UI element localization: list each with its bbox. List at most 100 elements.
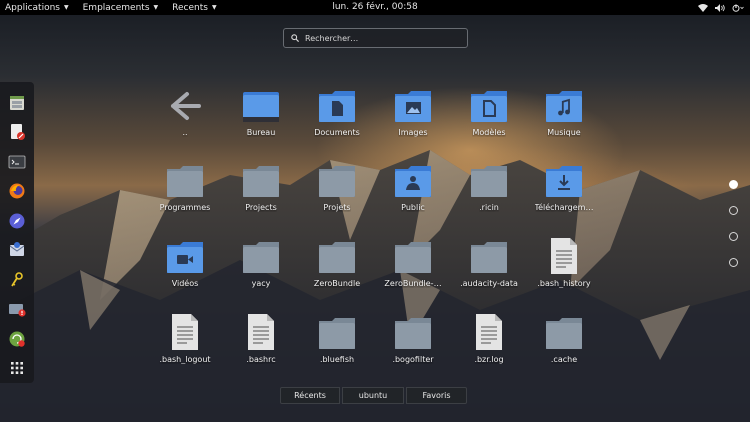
dock-web-browser[interactable] [2,206,32,236]
grid-item-label: Musique [547,128,581,137]
grid-item-cache[interactable]: .cache [528,311,600,377]
monitor-alert-icon [9,304,26,317]
dock-firefox[interactable] [2,177,32,207]
dock-screen-alert[interactable] [2,295,32,325]
applications-menu[interactable]: Applications ▼ [5,3,69,13]
page-dot-2[interactable] [729,206,738,215]
folder-icon [395,318,431,349]
wifi-icon [698,3,708,12]
grid-item-label: Public [401,203,425,212]
page-dot-4[interactable] [729,258,738,267]
view-tabs: Récents ubuntu Favoris [280,387,467,404]
grid-item-label: Modèles [472,128,506,137]
grid-item-label: Projects [245,203,277,212]
grid-item-documents[interactable]: Documents [301,84,373,150]
grid-item-bash-logout[interactable]: .bash_logout [149,311,221,377]
grid-item-musique[interactable]: Musique [528,84,600,150]
grid-item-bashrc[interactable]: .bashrc [225,311,297,377]
dock-passwords[interactable] [2,265,32,295]
dock-mail[interactable] [2,236,32,266]
public-folder-icon [395,166,431,197]
grid-item-bogofilter[interactable]: .bogofilter [377,311,449,377]
grid-item-telechargements[interactable]: Téléchargem… [528,159,600,225]
grid-item-label: yacy [251,279,271,288]
folder-icon [243,166,279,197]
chevron-down-icon: ▼ [211,4,217,11]
tab-ubuntu[interactable]: ubuntu [342,387,404,404]
text-file-icon [551,238,577,274]
top-bar: Applications ▼ Emplacements ▼ Recents ▼ … [0,0,750,15]
grid-item-label: .bash_logout [159,355,211,364]
grid-item-images[interactable]: Images [377,84,449,150]
grid-item-label: .bashrc [246,355,276,364]
grid-item-label: .. [182,128,188,137]
applications-menu-label: Applications [5,2,60,13]
grid-item-modeles[interactable]: Modèles [453,84,525,150]
page-dot-3[interactable] [729,232,738,241]
grid-item-bureau[interactable]: Bureau [225,84,297,150]
grid-item-label: .bluefish [319,355,355,364]
templates-folder-icon [471,91,507,122]
folder-icon [471,242,507,273]
grid-item-videos[interactable]: Vidéos [149,235,221,301]
dock-software-updater[interactable] [2,324,32,354]
grid-item-projects[interactable]: Projects [225,159,297,225]
grid-item-audacity-data[interactable]: .audacity-data [453,235,525,301]
pictures-folder-icon [395,91,431,122]
search-input[interactable] [305,33,455,43]
power-icon [732,4,744,12]
grid-item-label: Images [398,128,428,137]
grid-item-ricin[interactable]: .ricin [453,159,525,225]
grid-item-label: .ricin [479,203,499,212]
system-tray[interactable] [698,0,744,15]
grid-item-yacy[interactable]: yacy [225,235,297,301]
grid-item-label: Bureau [246,128,276,137]
text-file-icon [248,314,274,350]
back-arrow-icon [171,92,201,120]
grid-item-parent[interactable]: .. [149,84,221,150]
folder-icon [167,166,203,197]
folder-icon [243,242,279,273]
grid-item-bzr-log[interactable]: .bzr.log [453,311,525,377]
grid-item-bash-history[interactable]: .bash_history [528,235,600,301]
grid-item-projets[interactable]: Projets [301,159,373,225]
file-cabinet-icon [10,95,24,110]
page-indicator [729,180,738,284]
page-dot-1[interactable] [729,180,738,189]
chevron-down-icon: ▼ [63,4,69,11]
tab-favoris[interactable]: Favoris [406,387,467,404]
update-icon [9,331,25,347]
dock-files-manager[interactable] [2,88,32,118]
places-menu[interactable]: Emplacements ▼ [83,3,159,13]
text-file-icon [172,314,198,350]
keys-icon [11,271,23,287]
videos-folder-icon [167,242,203,273]
folder-icon [319,318,355,349]
grid-item-label: .bogofilter [392,355,434,364]
terminal-icon [8,155,26,169]
music-folder-icon [546,91,582,122]
dock-show-apps[interactable] [2,354,32,384]
search-box[interactable] [283,28,468,48]
documents-folder-icon [319,91,355,122]
folder-icon [395,242,431,273]
recents-menu[interactable]: Recents ▼ [172,3,216,13]
tab-recents[interactable]: Récents [280,387,340,404]
document-edit-icon [11,124,25,141]
folder-icon [471,166,507,197]
downloads-folder-icon [546,166,582,197]
compass-icon [9,213,25,229]
chevron-down-icon: ▼ [153,4,159,11]
grid-item-label: Vidéos [171,279,199,288]
grid-item-label: ZeroBundle [313,279,361,288]
dock-text-editor[interactable] [2,118,32,148]
grid-item-bluefish[interactable]: .bluefish [301,311,373,377]
dock-terminal[interactable] [2,147,32,177]
grid-item-zerobundle-2[interactable]: ZeroBundle-… [377,235,449,301]
grid-item-label: .audacity-data [460,279,518,288]
grid-item-label: Programmes [159,203,211,212]
grid-item-zerobundle[interactable]: ZeroBundle [301,235,373,301]
grid-item-label: .bzr.log [474,355,504,364]
grid-item-programmes[interactable]: Programmes [149,159,221,225]
grid-item-public[interactable]: Public [377,159,449,225]
